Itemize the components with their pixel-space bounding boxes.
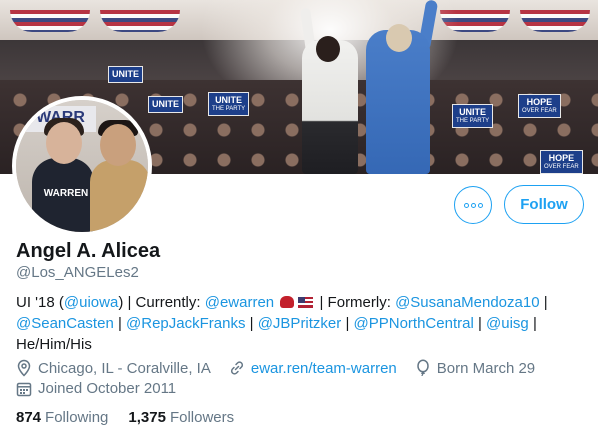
us-flag-icon xyxy=(298,297,314,308)
birthday-text: Born March 29 xyxy=(436,359,536,377)
mention-link[interactable]: @JBPritzker xyxy=(258,315,342,332)
avatar-shirt-text: WARREN xyxy=(43,188,89,199)
location-text: Chicago, IL - Coralville, IA xyxy=(38,359,211,377)
profile-name: Angel A. Alicea xyxy=(16,240,161,262)
banner-sign: HOPE OVER FEAR xyxy=(518,94,561,118)
mention-link[interactable]: @SusanaMendoza10 xyxy=(395,294,540,311)
following-count: 874 xyxy=(16,409,42,426)
joined-item: Joined October 2011 xyxy=(16,380,176,397)
banner-bunting xyxy=(520,10,590,32)
calendar-icon xyxy=(16,382,32,396)
banner-sign: UNITE xyxy=(148,96,183,113)
birthday-item: Born March 29 xyxy=(415,359,535,377)
more-options-button[interactable] xyxy=(454,186,492,224)
following-label: Following xyxy=(45,409,109,426)
boxing-glove-icon xyxy=(280,296,295,308)
stage-person xyxy=(366,24,430,174)
mention-link[interactable]: @RepJackFranks xyxy=(126,315,245,332)
followers-label: Followers xyxy=(169,409,235,426)
banner-sign: UNITE THE PARTY xyxy=(452,104,494,128)
following-link[interactable]: 874 Following xyxy=(16,409,108,426)
follow-stats: 874 Following 1,375 Followers xyxy=(16,409,254,426)
website-link[interactable]: ewar.ren/team-warren xyxy=(251,360,397,377)
website-item[interactable]: ewar.ren/team-warren xyxy=(229,360,397,377)
pronouns: He/Him/His xyxy=(16,336,92,353)
banner-bunting xyxy=(10,10,90,32)
profile-bio: UI '18 (@uiowa) | Currently: @ewarren | … xyxy=(16,294,548,353)
profile-handle: @Los_ANGELes2 xyxy=(16,264,139,281)
joined-text: Joined October 2011 xyxy=(38,380,177,397)
stage-person xyxy=(302,36,358,174)
location-item: Chicago, IL - Coralville, IA xyxy=(16,359,211,377)
mention-link[interactable]: @ewarren xyxy=(205,294,274,311)
banner-sign: UNITE xyxy=(108,66,143,83)
mention-link[interactable]: @uiowa xyxy=(64,294,118,311)
followers-link[interactable]: 1,375 Followers xyxy=(128,409,234,426)
banner-sign: UNITE THE PARTY xyxy=(208,92,250,116)
balloon-icon xyxy=(417,359,429,377)
follow-button[interactable]: Follow xyxy=(504,185,584,224)
avatar[interactable]: WARR WARREN xyxy=(12,96,152,236)
profile-meta-row: Chicago, IL - Coralville, IA ewar.ren/te… xyxy=(16,359,553,377)
banner-bunting xyxy=(100,10,180,32)
profile-meta-row: Joined October 2011 xyxy=(16,380,194,397)
mention-link[interactable]: @SeanCasten xyxy=(16,315,114,332)
followers-count: 1,375 xyxy=(128,409,166,426)
link-icon xyxy=(230,361,243,375)
mention-link[interactable]: @uisg xyxy=(486,315,529,332)
mention-link[interactable]: @PPNorthCentral xyxy=(354,315,474,332)
location-pin-icon xyxy=(17,359,31,377)
banner-sign: HOPE OVER FEAR xyxy=(540,150,583,174)
more-dots-icon xyxy=(463,202,483,208)
